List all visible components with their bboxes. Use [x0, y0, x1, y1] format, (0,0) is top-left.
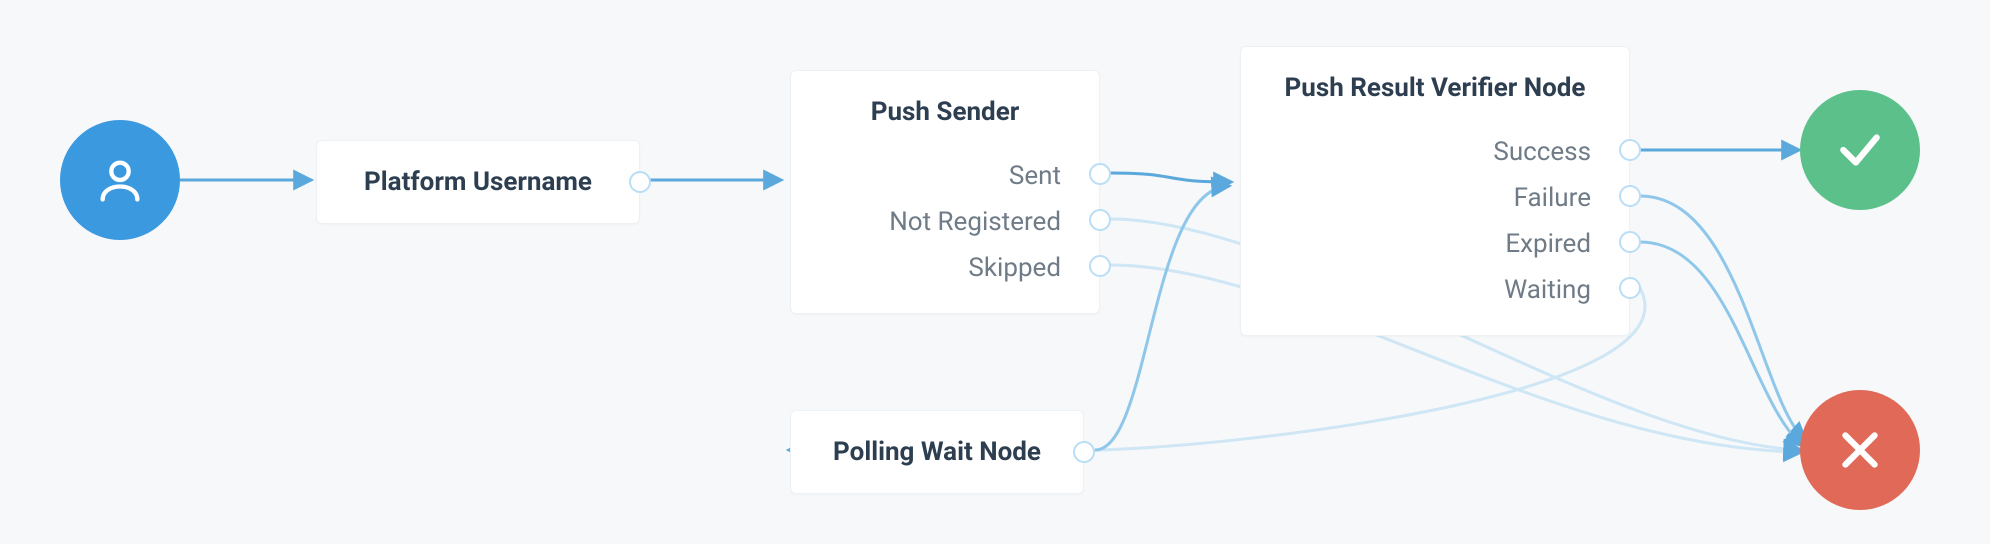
output-label: Sent — [1009, 161, 1067, 191]
start-node[interactable] — [60, 120, 180, 240]
output-port-waiting[interactable] — [1619, 277, 1641, 299]
edge-polling-to-verifier — [1095, 186, 1228, 450]
output-row: Expired — [1241, 221, 1597, 267]
node-push-sender[interactable]: Push Sender Sent Not Registered Skipped — [790, 70, 1100, 314]
output-port-failure[interactable] — [1619, 185, 1641, 207]
edge-expired-to-failnode — [1640, 242, 1802, 445]
node-title: Polling Wait Node — [791, 411, 1083, 493]
node-title: Platform Username — [317, 141, 639, 223]
output-row: Success — [1241, 129, 1597, 175]
output-port[interactable] — [1073, 441, 1095, 463]
node-polling-wait[interactable]: Polling Wait Node — [790, 410, 1084, 494]
output-port-sent[interactable] — [1089, 163, 1111, 185]
output-port-skipped[interactable] — [1089, 255, 1111, 277]
check-icon — [1835, 125, 1885, 175]
output-port[interactable] — [629, 171, 651, 193]
output-row: Failure — [1241, 175, 1597, 221]
output-row: Waiting — [1241, 267, 1597, 313]
output-label: Waiting — [1504, 275, 1597, 305]
end-success-node[interactable] — [1800, 90, 1920, 210]
edge-sent-to-verifier — [1110, 173, 1230, 182]
output-row: Skipped — [791, 245, 1067, 291]
user-icon — [94, 154, 146, 206]
output-label: Failure — [1514, 183, 1597, 213]
node-push-result-verifier[interactable]: Push Result Verifier Node Success Failur… — [1240, 46, 1630, 336]
output-port-notregistered[interactable] — [1089, 209, 1111, 231]
edge-failure-to-failnode — [1640, 196, 1805, 440]
node-outputs: Success Failure Expired Waiting — [1241, 129, 1629, 335]
output-port-success[interactable] — [1619, 139, 1641, 161]
node-platform-username[interactable]: Platform Username — [316, 140, 640, 224]
output-row: Sent — [791, 153, 1067, 199]
output-label: Expired — [1505, 229, 1597, 259]
output-label: Skipped — [968, 253, 1067, 283]
output-port-expired[interactable] — [1619, 231, 1641, 253]
output-label: Not Registered — [889, 207, 1067, 237]
node-title: Push Sender — [791, 71, 1099, 153]
node-title: Push Result Verifier Node — [1241, 47, 1629, 129]
flow-canvas: Platform Username Push Sender Sent Not R… — [0, 0, 1990, 544]
cross-icon — [1835, 425, 1885, 475]
node-outputs: Sent Not Registered Skipped — [791, 153, 1099, 313]
output-label: Success — [1493, 137, 1597, 167]
output-row: Not Registered — [791, 199, 1067, 245]
end-failure-node[interactable] — [1800, 390, 1920, 510]
